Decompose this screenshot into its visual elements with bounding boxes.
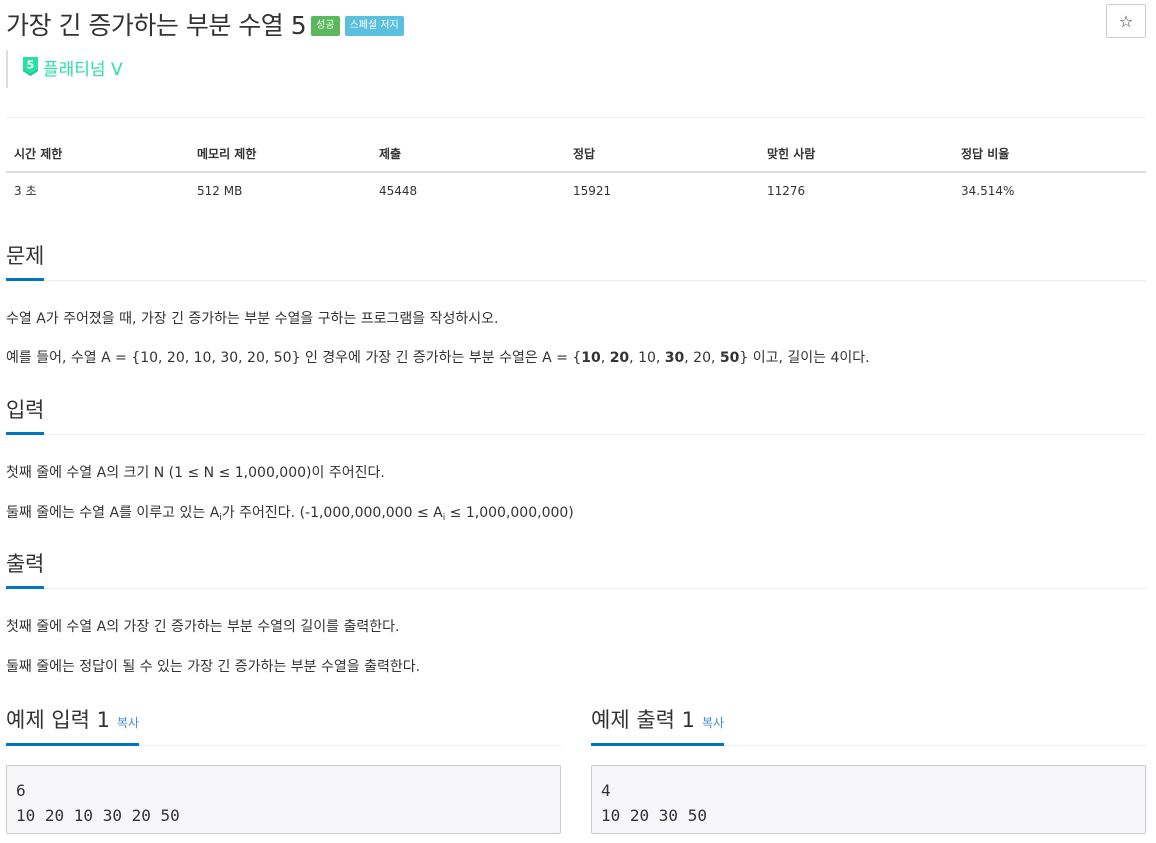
tier-number: 5 (27, 58, 35, 71)
sample-output-heading: 예제 출력 1 복사 (591, 704, 725, 746)
page-title: 가장 긴 증가하는 부분 수열 5 (6, 11, 307, 40)
tier-label: 플래티넘 V (43, 59, 123, 80)
input-paragraph-1: 첫째 줄에 수열 A의 크기 N (1 ≤ N ≤ 1,000,000)이 주어… (6, 465, 385, 481)
sample-input-header: 예제 입력 1 복사 (6, 704, 561, 746)
description-paragraph-2: 예를 들어, 수열 A = {10, 20, 10, 30, 20, 50} 인… (6, 350, 870, 366)
table-header-accepted: 정답 (565, 136, 759, 173)
output-paragraph-2: 둘째 줄에는 정답이 될 수 있는 가장 긴 증가하는 부분 수열을 출력한다. (6, 659, 421, 675)
memory-limit-value: 512 MB (197, 183, 243, 198)
sample-input-line: 10 20 10 30 20 50 (16, 806, 180, 825)
tier-badge-icon: 5 (23, 56, 38, 76)
table-header-accept-rate: 정답 비율 (953, 136, 1146, 173)
favorite-star-button[interactable]: ☆ (1106, 4, 1146, 38)
output-section-header: 출력 (6, 548, 1146, 589)
description-section-header: 문제 (6, 240, 1146, 281)
sample-output-line: 4 (601, 781, 611, 800)
sample-input-box[interactable]: 6 10 20 10 30 20 50 (6, 765, 561, 834)
header-divider (6, 117, 1146, 118)
output-heading: 출력 (6, 548, 44, 589)
table-row: 3 초 512 MB 45448 15921 11276 34.514% (6, 172, 1146, 208)
time-limit-value: 3 초 (14, 184, 37, 198)
sample-output-line: 10 20 30 50 (601, 806, 707, 825)
table-header-row: 시간 제한 메모리 제한 제출 정답 맞힌 사람 정답 비율 (6, 136, 1146, 173)
sample-output-header: 예제 출력 1 복사 (591, 704, 1146, 746)
copy-sample-input-link[interactable]: 복사 (117, 716, 139, 730)
copy-sample-output-link[interactable]: 복사 (702, 716, 724, 730)
input-paragraph-2: 둘째 줄에는 수열 A를 이루고 있는 Ai가 주어진다. (-1,000,00… (6, 505, 574, 523)
description-paragraph-1: 수열 A가 주어졌을 때, 가장 긴 증가하는 부분 수열을 구하는 프로그램을… (6, 311, 499, 327)
table-header-time-limit: 시간 제한 (6, 136, 189, 173)
tier-indicator[interactable]: 5 플래티넘 V (6, 50, 123, 88)
problem-info-table: 시간 제한 메모리 제한 제출 정답 맞힌 사람 정답 비율 3 초 512 M… (6, 136, 1146, 208)
accept-rate-value: 34.514% (961, 183, 1015, 198)
special-judge-badge[interactable]: 스페셜 저지 (344, 16, 404, 36)
accepted-value: 15921 (573, 183, 612, 198)
description-heading: 문제 (6, 240, 44, 281)
output-paragraph-1: 첫째 줄에 수열 A의 가장 긴 증가하는 부분 수열의 길이를 출력한다. (6, 619, 400, 635)
star-icon: ☆ (1118, 11, 1134, 31)
submissions-value: 45448 (379, 183, 418, 198)
success-badge: 성공 (311, 16, 340, 36)
problem-title-row: 가장 긴 증가하는 부분 수열 5 성공 스페셜 저지 (6, 6, 404, 42)
table-header-submissions: 제출 (371, 136, 565, 173)
sample-input-line: 6 (16, 781, 26, 800)
input-section-header: 입력 (6, 394, 1146, 435)
sample-output-box[interactable]: 4 10 20 30 50 (591, 765, 1146, 834)
solvers-value: 11276 (767, 183, 806, 198)
table-header-memory-limit: 메모리 제한 (189, 136, 371, 173)
table-header-solvers: 맞힌 사람 (759, 136, 953, 173)
sample-input-heading: 예제 입력 1 복사 (6, 704, 140, 746)
input-heading: 입력 (6, 394, 44, 435)
